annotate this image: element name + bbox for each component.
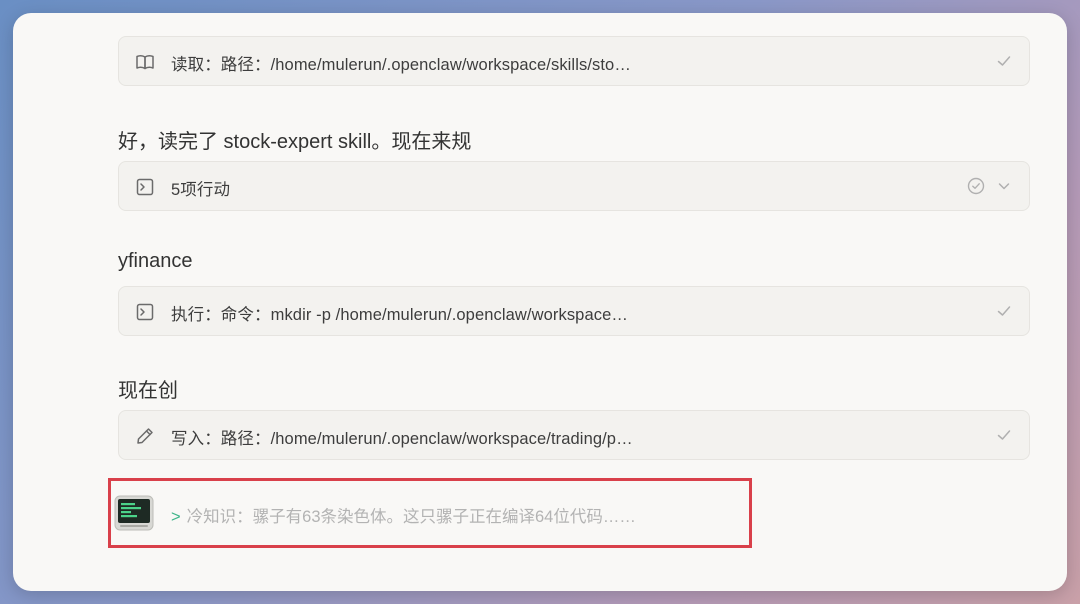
tool-call-label: 写入：路径：/home/mulerun/.openclaw/workspace/…: [171, 430, 633, 448]
book-icon: [135, 52, 155, 72]
tool-call-read[interactable]: 读取：路径：/home/mulerun/.openclaw/workspace/…: [118, 36, 1030, 86]
fun-fact-text: > 冷知识：骡子有63条染色体。这只骡子正在编译64位代码……: [171, 503, 636, 527]
pencil-icon: [135, 426, 155, 446]
assistant-message: yfinance: [118, 250, 193, 272]
tool-call-write[interactable]: 写入：路径：/home/mulerun/.openclaw/workspace/…: [118, 410, 1030, 460]
tool-call-label: 执行：命令：mkdir -p /home/mulerun/.openclaw/w…: [171, 306, 628, 324]
check-icon: [995, 426, 1013, 444]
prompt-symbol: >: [171, 508, 181, 526]
tool-call-label: 5项行动: [171, 181, 231, 199]
check-icon: [995, 302, 1013, 320]
fun-fact-message: 冷知识：骡子有63条染色体。这只骡子正在编译64位代码……: [186, 508, 636, 526]
tool-call-group[interactable]: 5项行动: [118, 161, 1030, 211]
check-circle-icon: [967, 177, 985, 195]
check-icon: [995, 52, 1013, 70]
assistant-message: 现在创: [118, 380, 178, 402]
terminal-app-icon: [114, 493, 154, 533]
tool-call-exec[interactable]: 执行：命令：mkdir -p /home/mulerun/.openclaw/w…: [118, 286, 1030, 336]
terminal-icon: [135, 302, 155, 322]
terminal-icon: [135, 177, 155, 197]
assistant-message: 好，读完了 stock-expert skill。现在来规: [118, 131, 472, 153]
tool-call-label: 读取：路径：/home/mulerun/.openclaw/workspace/…: [171, 56, 631, 74]
highlight-box: > 冷知识：骡子有63条染色体。这只骡子正在编译64位代码……: [108, 478, 752, 548]
chat-window: 读取：路径：/home/mulerun/.openclaw/workspace/…: [13, 13, 1067, 591]
chevron-down-icon[interactable]: [995, 177, 1013, 195]
